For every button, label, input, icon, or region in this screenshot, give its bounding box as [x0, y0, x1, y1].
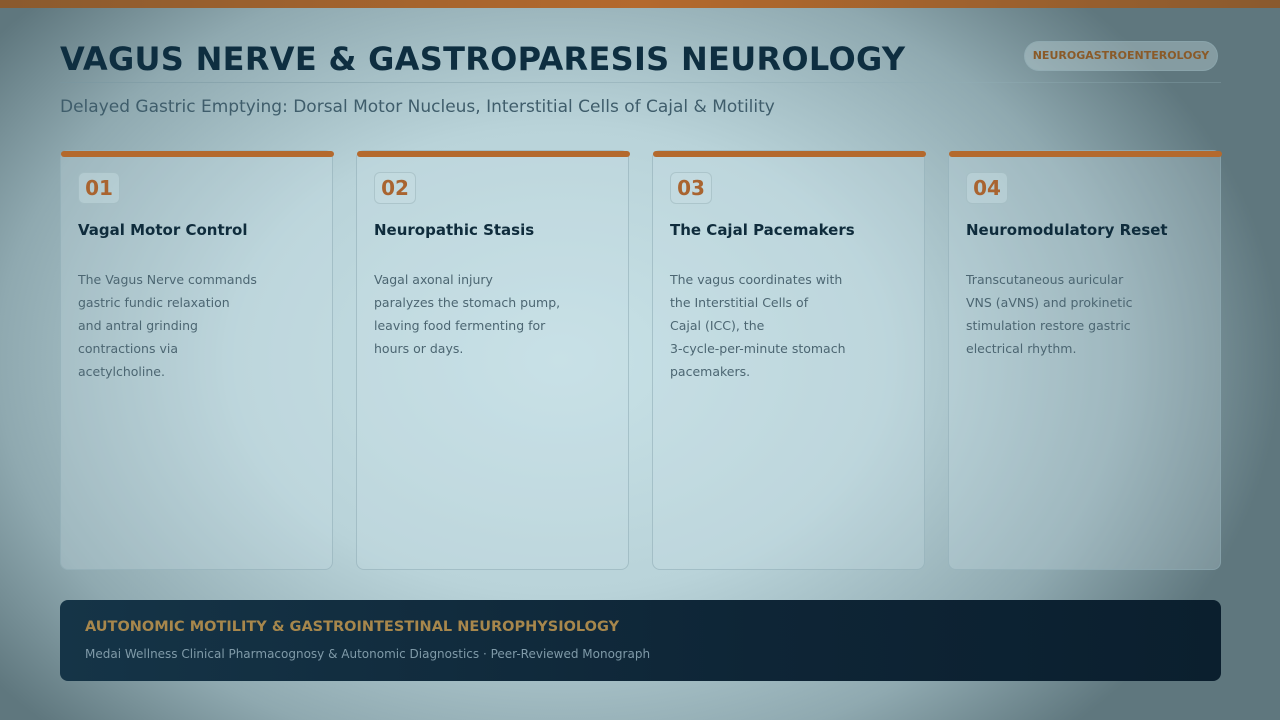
card-accent-bar: [653, 151, 926, 157]
card-title: Neuromodulatory Reset: [966, 221, 1168, 239]
footer-banner: AUTONOMIC MOTILITY & GASTROINTESTINAL NE…: [60, 600, 1221, 681]
card-accent-bar: [357, 151, 630, 157]
card-body-line: pacemakers.: [670, 364, 751, 379]
card-body-line: acetylcholine.: [78, 364, 165, 379]
card-body-line: paralyzes the stomach pump,: [374, 295, 561, 310]
card-body-line: leaving food fermenting for: [374, 318, 546, 333]
card-number: 04: [966, 172, 1008, 204]
card-neuromodulatory-reset: 04 Neuromodulatory Reset Transcutaneous …: [948, 150, 1222, 570]
card-accent-bar: [949, 151, 1222, 157]
header-divider: [60, 82, 1221, 83]
card-body: Vagal axonal injury paralyzes the stomac…: [374, 268, 564, 360]
card-body-line: hours or days.: [374, 341, 464, 356]
footer-subtitle: Medai Wellness Clinical Pharmacognosy & …: [85, 647, 651, 661]
card-vagal-motor-control: 01 Vagal Motor Control The Vagus Nerve c…: [60, 150, 334, 570]
card-number: 02: [374, 172, 416, 204]
card-cajal-pacemakers: 03 The Cajal Pacemakers The vagus coordi…: [652, 150, 926, 570]
card-body-line: and antral grinding: [78, 318, 198, 333]
card-body-line: contractions via: [78, 341, 178, 356]
card-body-line: The Vagus Nerve commands: [78, 272, 257, 287]
card-body-line: VNS (aVNS) and prokinetic: [966, 295, 1133, 310]
card-body-line: Cajal (ICC), the: [670, 318, 765, 333]
top-accent-bar: [0, 0, 1280, 8]
card-body-line: The vagus coordinates with: [670, 272, 843, 287]
card-accent-bar: [61, 151, 334, 157]
footer-title: AUTONOMIC MOTILITY & GASTROINTESTINAL NE…: [85, 619, 620, 635]
card-body: The Vagus Nerve commands gastric fundic …: [78, 268, 268, 383]
card-neuropathic-stasis: 02 Neuropathic Stasis Vagal axonal injur…: [356, 150, 630, 570]
card-body-line: stimulation restore gastric: [966, 318, 1131, 333]
card-title: The Cajal Pacemakers: [670, 221, 855, 239]
card-body-line: electrical rhythm.: [966, 341, 1077, 356]
page-subtitle: Delayed Gastric Emptying: Dorsal Motor N…: [60, 97, 775, 117]
card-title: Vagal Motor Control: [78, 221, 248, 239]
card-number: 01: [78, 172, 120, 204]
card-body-line: gastric fundic relaxation: [78, 295, 230, 310]
page-title: VAGUS NERVE & GASTROPARESIS NEUROLOGY: [60, 40, 906, 78]
card-title: Neuropathic Stasis: [374, 221, 535, 239]
card-body: Transcutaneous auricular VNS (aVNS) and …: [966, 268, 1156, 360]
card-body-line: 3-cycle-per-minute stomach: [670, 341, 846, 356]
card-body: The vagus coordinates with the Interstit…: [670, 268, 860, 383]
card-number: 03: [670, 172, 712, 204]
category-tag: NEUROGASTROENTEROLOGY: [1024, 41, 1218, 71]
card-body-line: the Interstitial Cells of: [670, 295, 809, 310]
card-body-line: Vagal axonal injury: [374, 272, 493, 287]
card-body-line: Transcutaneous auricular: [966, 272, 1124, 287]
